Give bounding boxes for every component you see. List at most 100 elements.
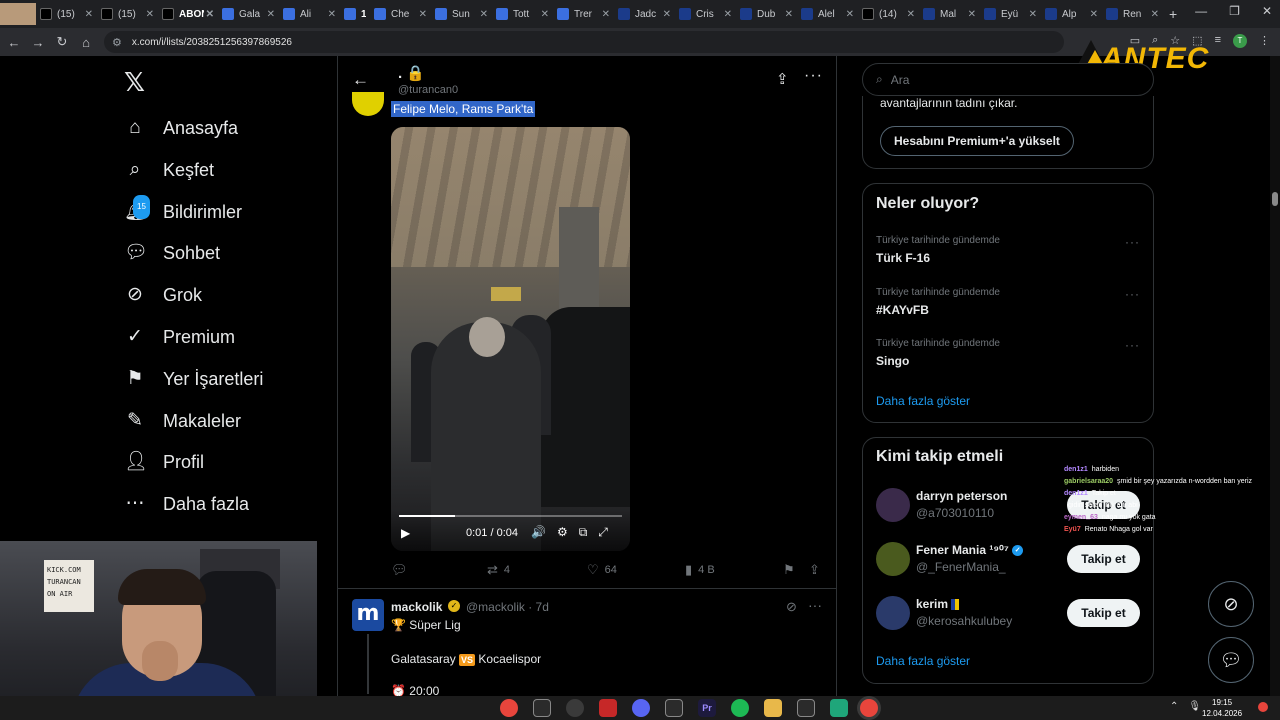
minimize-icon[interactable]: — [1195,4,1207,18]
trend-more-icon[interactable]: ··· [1125,287,1140,301]
browser-tab[interactable]: Che ✕ [370,3,431,25]
new-tab-icon[interactable]: + [1169,6,1177,22]
obs-app-icon[interactable] [566,699,584,717]
nav-item-grok[interactable]: ⊘ Grok [124,280,202,310]
page-scrollbar[interactable] [1270,56,1280,696]
browser-tab[interactable]: (15) ✕ [36,3,97,25]
tab-close-icon[interactable]: ✕ [968,9,976,20]
tab-close-icon[interactable]: ✕ [328,9,336,20]
fullscreen-icon[interactable]: ⤢ [598,525,608,540]
follow-show-more-link[interactable]: Daha fazla göster [876,654,970,668]
follow-name[interactable]: Fener Mania ¹⁹⁰⁷ ✓ [916,543,1024,557]
back-icon[interactable]: ← [2,35,26,50]
browser-tab[interactable]: Trer ✕ [553,3,614,25]
trend-name[interactable]: #KAYvFB [876,303,929,317]
notification-icon[interactable] [1258,702,1268,712]
pip-icon[interactable]: ⧉ [579,525,588,540]
nav-item-bell[interactable]: 🔔︎15 Bildirimler [124,195,242,227]
tab-close-icon[interactable]: ✕ [85,9,93,20]
tab-close-icon[interactable]: ✕ [480,9,488,20]
browser-tab[interactable]: Gala ✕ [218,3,279,25]
follow-name[interactable]: kerim [916,597,960,611]
browser-tab[interactable]: (14) ✕ [858,3,919,25]
back-arrow-icon[interactable]: ← [352,70,369,90]
mic-icon[interactable]: 🎙 [1188,701,1201,712]
search-bar[interactable]: ⌕ [862,63,1154,96]
tab-close-icon[interactable]: ✕ [907,9,915,20]
spotify-app-icon[interactable] [731,699,749,717]
home-browser-icon[interactable]: ⌂ [74,35,98,50]
tab-close-icon[interactable]: ✕ [1029,9,1037,20]
settings-icon[interactable]: ⚙ [557,525,568,540]
capcut-app-icon[interactable] [533,699,551,717]
tab-close-icon[interactable]: ✕ [663,9,671,20]
restore-icon[interactable]: ❐ [1229,4,1240,18]
trend-more-icon[interactable]: ··· [1125,235,1140,249]
tweet-author-avatar[interactable] [352,92,384,116]
nav-item-premium[interactable]: ✓ Premium [124,322,235,352]
browser-tab[interactable]: Dub ✕ [736,3,797,25]
tab-close-icon[interactable]: ✕ [206,9,214,20]
browser-tab[interactable]: Sun ✕ [431,3,492,25]
site-info-icon[interactable]: ⚙ [112,36,122,49]
tab-close-icon[interactable]: ✕ [419,9,427,20]
share-icon[interactable]: ⇪ [776,70,789,88]
mackolik-avatar[interactable]: m [352,599,384,631]
browser-tab[interactable]: Alel ✕ [797,3,858,25]
browser-tab[interactable]: Alp ✕ [1041,3,1102,25]
browser-tab[interactable]: 10 [340,3,370,25]
nav-item-search[interactable]: ⌕ Keşfet [124,155,214,185]
kebab-icon[interactable]: ⋮ [1259,34,1270,48]
nav-item-bookmark[interactable]: ⚑ Yer İşaretleri [124,364,263,394]
share-button[interactable]: ⇪ [809,562,820,578]
browser-tab[interactable] [0,3,36,25]
nav-item-article[interactable]: ✎ Makaleler [124,406,241,436]
discord-app-icon[interactable] [632,699,650,717]
follow-button[interactable]: Takip et [1067,599,1140,627]
tab-close-icon[interactable]: ✕ [785,9,793,20]
clock[interactable]: 19:15 12.04.2026 [1202,697,1242,719]
avatar[interactable] [876,596,910,630]
avatar[interactable] [876,542,910,576]
reply-button[interactable]: 💬︎ [391,562,414,578]
browser-tab[interactable]: Eyü ✕ [980,3,1041,25]
tab-close-icon[interactable]: ✕ [541,9,549,20]
avatar[interactable] [876,488,910,522]
forward-icon[interactable]: → [26,35,50,50]
capcut2-app-icon[interactable] [665,699,683,717]
messages-fab-icon[interactable]: 💬︎ [1208,637,1254,683]
browser-tab[interactable]: ABONE...(15)✕ [158,3,218,25]
volume-icon[interactable]: 🔊 [531,525,546,540]
trend-name[interactable]: Türk F-16 [876,251,930,265]
davinci-app-icon[interactable] [599,699,617,717]
trend-more-icon[interactable]: ··· [1125,338,1140,352]
scroll-thumb[interactable] [1272,192,1278,206]
browser-tab[interactable]: (15) ✕ [97,3,158,25]
premium-upgrade-button[interactable]: Hesabını Premium+'a yükselt [880,126,1074,156]
browser-tab[interactable]: Tott ✕ [492,3,553,25]
tab-close-icon[interactable]: ✕ [1090,9,1098,20]
grok-fab-icon[interactable]: ⊘ [1208,581,1254,627]
kick-app-icon[interactable] [830,699,848,717]
nav-item-home[interactable]: ⌂ Anasayfa [124,113,238,143]
browser-tab[interactable]: Ren ✕ [1102,3,1163,25]
capcut3-app-icon[interactable] [797,699,815,717]
x-logo-icon[interactable]: 𝕏 [124,68,145,98]
bookmark-button[interactable]: ⚑ [783,562,795,578]
chrome-active-app-icon[interactable] [860,699,878,717]
reload-icon[interactable]: ↻ [50,34,74,50]
tab-close-icon[interactable]: ✕ [267,9,275,20]
repost-button[interactable]: ⇄ 4 [487,562,510,578]
play-icon[interactable]: ▶ [401,526,410,540]
nav-item-more[interactable]: ⋯ Daha fazla [124,489,250,519]
more-options-icon[interactable]: ··· [804,67,823,85]
tweet2-author[interactable]: mackolik [391,600,442,614]
chrome-app-icon[interactable] [500,699,518,717]
browser-tab[interactable]: Mal ✕ [919,3,980,25]
video-progress-bar[interactable] [399,515,622,517]
url-field[interactable]: ⚙ x.com/i/lists/2038251256397869526 [104,31,1064,53]
trends-show-more-link[interactable]: Daha fazla göster [876,394,970,408]
premiere-app-icon[interactable]: Pr [698,699,716,717]
browser-tab[interactable]: Jadc ✕ [614,3,675,25]
tab-close-icon[interactable]: ✕ [846,9,854,20]
